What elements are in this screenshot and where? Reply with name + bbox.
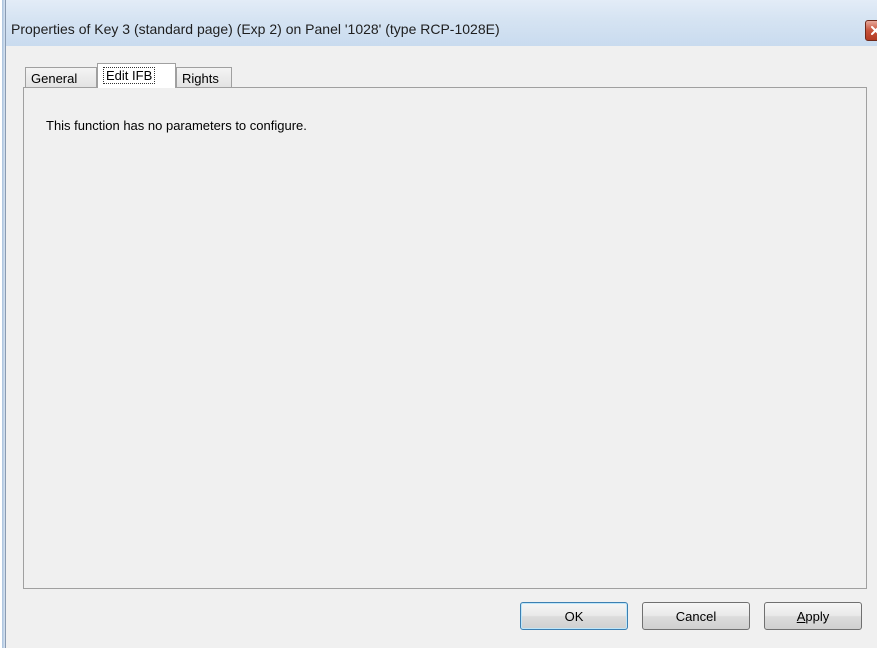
close-button[interactable]: [865, 20, 877, 41]
tab-edit-ifb[interactable]: Edit IFB: [97, 63, 176, 88]
title-bar[interactable]: Properties of Key 3 (standard page) (Exp…: [6, 0, 877, 46]
ok-button-label: OK: [564, 608, 584, 624]
tab-content-panel: This function has no parameters to confi…: [23, 87, 867, 589]
tab-rights[interactable]: Rights: [176, 67, 232, 88]
tab-general[interactable]: General: [25, 67, 97, 88]
tab-general-label: General: [31, 71, 78, 86]
close-icon: [871, 26, 877, 35]
apply-button-label: Apply: [796, 608, 830, 624]
window-title: Properties of Key 3 (standard page) (Exp…: [11, 21, 500, 37]
tab-edit-ifb-label: Edit IFB: [103, 67, 156, 84]
no-parameters-message: This function has no parameters to confi…: [46, 118, 307, 133]
screen: Properties of Key 3 (standard page) (Exp…: [0, 0, 877, 648]
apply-button[interactable]: Apply: [764, 602, 862, 630]
cancel-button-label: Cancel: [675, 608, 717, 624]
ok-button[interactable]: OK: [520, 602, 628, 630]
cancel-button[interactable]: Cancel: [642, 602, 750, 630]
properties-dialog: Properties of Key 3 (standard page) (Exp…: [5, 0, 877, 648]
tab-rights-label: Rights: [182, 71, 219, 86]
